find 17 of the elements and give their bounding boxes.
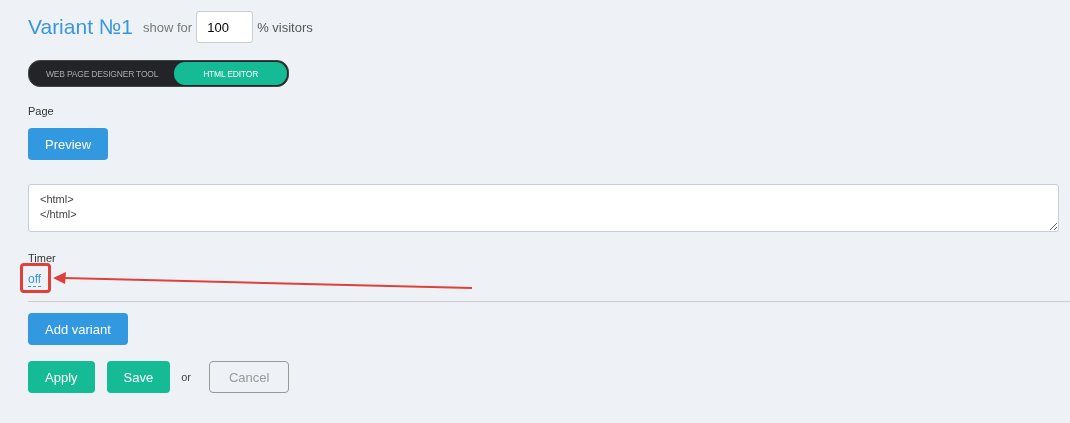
percent-field[interactable]: 100 [196,11,254,43]
variant-title: Variant №1 [28,15,134,39]
page-label: Page [28,105,55,117]
html-code-field[interactable]: <html> </html> [28,184,1059,232]
show-for-label: show for [143,19,193,35]
cancel-button[interactable]: Cancel [208,361,290,393]
editor-tab[interactable]: HTML EDITOR [174,62,287,85]
apply-button[interactable]: Apply [28,361,95,393]
highlight-box [20,263,51,293]
visitors-label: % visitors [257,19,313,35]
add-variant-button[interactable]: Add variant [28,313,128,345]
timer-toggle-link[interactable]: off [28,273,42,287]
save-button[interactable]: Save [106,361,171,393]
timer-label: Timer [28,252,57,264]
or-label: or [181,371,191,383]
preview-button[interactable]: Preview [28,128,109,160]
editor-tab[interactable]: WEB PAGE DESIGNER TOOL [30,62,175,85]
